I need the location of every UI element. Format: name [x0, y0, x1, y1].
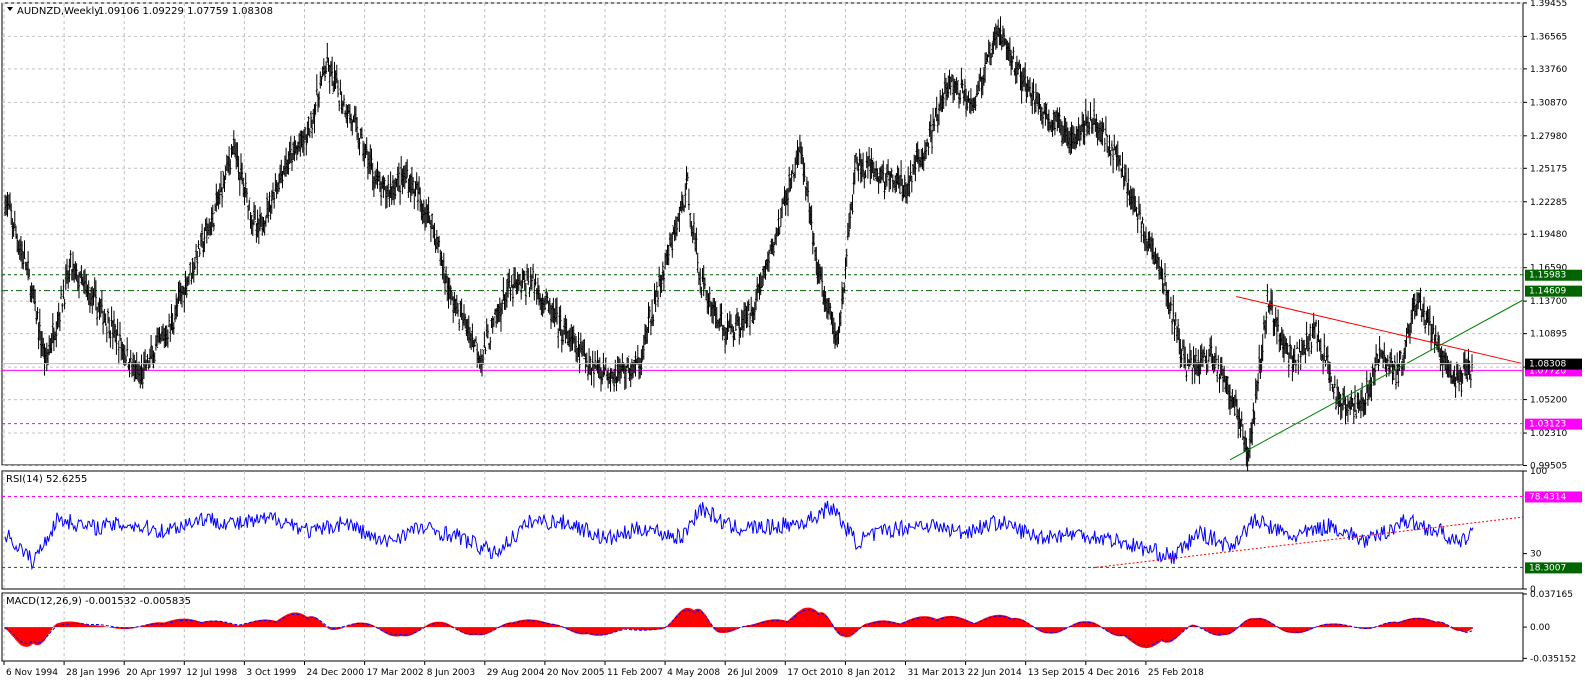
time-tick-label: 12 Jul 1998	[186, 668, 237, 678]
time-tick-label: 24 Dec 2000	[307, 668, 365, 678]
price-tick-label: 1.25175	[1530, 164, 1567, 174]
price-tick-label: 1.13700	[1530, 297, 1567, 307]
time-tick-label: 4 Dec 2016	[1088, 668, 1140, 678]
macd-label: MACD(12,26,9) -0.001532 -0.005835	[6, 596, 191, 607]
level-tag-label: 1.15983	[1529, 271, 1566, 281]
ohlc-values: 1.09106 1.09229 1.07759 1.08308	[98, 6, 273, 17]
macd-tick-label: 0.037165	[1530, 590, 1573, 600]
time-tick-label: 17 Oct 2010	[787, 668, 843, 678]
time-tick-label: 17 Mar 2002	[367, 668, 424, 678]
macd-tick-label: 0.00	[1530, 623, 1550, 633]
price-tick-label: 1.19480	[1530, 230, 1567, 240]
time-tick-label: 6 Nov 1994	[6, 668, 58, 678]
time-axis: 6 Nov 1994 28 Jan 1996 20 Apr 1997 12 Jul 1…	[3, 661, 1204, 678]
time-tick-label: 13 Sep 2015	[1028, 668, 1085, 678]
rsi-tick-label: 100	[1530, 467, 1547, 477]
rsi-level-tag-label: 78.4314	[1529, 492, 1566, 502]
price-tick-label: 1.27980	[1530, 132, 1567, 142]
time-tick-label: 3 Oct 1999	[246, 668, 296, 678]
price-panel[interactable]: 1.39455 1.36565 1.33760 1.30870 1.27980 1.251…	[1, 0, 1582, 473]
time-tick-label: 20 Nov 2005	[547, 668, 605, 678]
symbol-title: AUDNZD,Weekly	[17, 6, 100, 17]
rsi-tick-label: 30	[1530, 550, 1542, 560]
macd-tick-label: -0.035152	[1530, 654, 1576, 664]
price-tick-label: 1.36565	[1530, 32, 1567, 42]
rsi-panel[interactable]: 10030078.431418.3007	[1, 467, 1582, 595]
rsi-level-tag-label: 18.3007	[1529, 563, 1566, 573]
time-tick-label: 28 Jan 1996	[66, 668, 120, 678]
price-tick-label: 1.05200	[1530, 396, 1567, 406]
time-tick-label: 31 Mar 2013	[908, 668, 965, 678]
time-tick-label: 4 May 2008	[667, 668, 720, 678]
price-tick-label: 1.30870	[1530, 98, 1567, 108]
time-tick-label: 25 Feb 2018	[1148, 668, 1204, 678]
time-tick-label: 8 Jun 2003	[427, 668, 475, 678]
time-tick-label: 22 Jun 2014	[968, 668, 1022, 678]
current-price-label: 1.08308	[1529, 360, 1566, 370]
rsi-label: RSI(14) 52.6255	[6, 474, 87, 485]
chart-canvas[interactable]: 1.39455 1.36565 1.33760 1.30870 1.27980 1.251…	[0, 0, 1585, 688]
time-tick-label: 29 Aug 2004	[487, 668, 545, 678]
level-tag-label: 1.03123	[1529, 420, 1566, 430]
price-tick-label: 1.33760	[1530, 65, 1567, 75]
time-tick-label: 8 Jan 2012	[847, 668, 895, 678]
price-tick-label: 1.02310	[1530, 429, 1567, 439]
macd-panel[interactable]: 0.037165 0.00 -0.035152	[1, 590, 1576, 664]
time-tick-label: 26 Jul 2009	[727, 668, 778, 678]
time-tick-label: 20 Apr 1997	[126, 668, 182, 678]
price-tick-label: 1.22285	[1530, 198, 1567, 208]
price-tick-label: 1.10895	[1530, 330, 1567, 340]
time-tick-label: 11 Feb 2007	[607, 668, 663, 678]
price-tick-label: 1.39455	[1530, 0, 1567, 9]
level-tag-label: 1.14609	[1529, 287, 1566, 297]
